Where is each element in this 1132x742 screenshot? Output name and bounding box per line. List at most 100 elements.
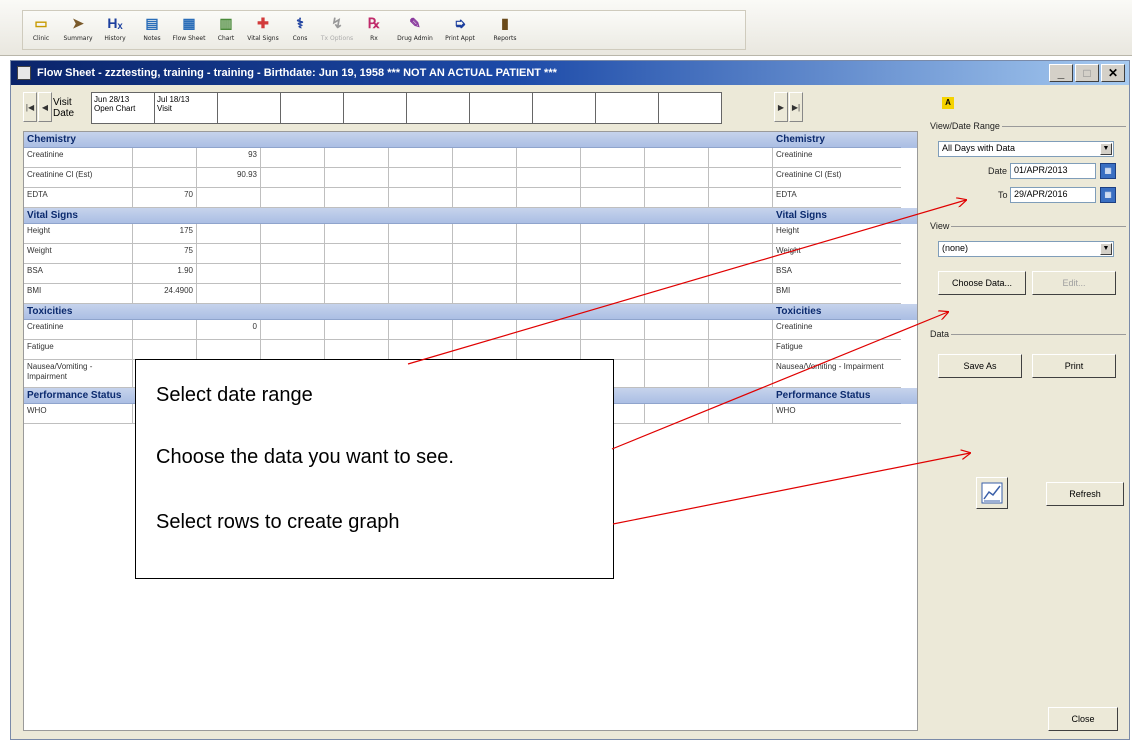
table-row[interactable]: BMI 24.4900 BMI [24, 284, 917, 304]
table-cell[interactable] [581, 264, 645, 284]
table-cell[interactable] [325, 244, 389, 264]
table-cell[interactable] [581, 168, 645, 188]
table-row[interactable]: Height 175 Height [24, 224, 917, 244]
table-cell[interactable] [709, 284, 773, 304]
refresh-button[interactable]: Refresh [1046, 482, 1124, 506]
table-cell[interactable] [197, 284, 261, 304]
table-cell[interactable] [453, 168, 517, 188]
table-cell[interactable] [709, 340, 773, 360]
table-cell[interactable] [645, 244, 709, 264]
table-cell[interactable] [197, 244, 261, 264]
table-row[interactable]: Creatinine 0 Creatinine [24, 320, 917, 340]
table-row[interactable]: EDTA 70 EDTA [24, 188, 917, 208]
table-cell[interactable] [389, 340, 453, 360]
toolbar-vital-signs-button[interactable]: ✚ Vital Signs [245, 11, 281, 49]
table-cell[interactable] [645, 360, 709, 388]
table-cell[interactable] [709, 224, 773, 244]
table-row[interactable]: Fatigue Fatigue [24, 340, 917, 360]
table-cell[interactable] [645, 168, 709, 188]
table-cell[interactable]: 93 [197, 148, 261, 168]
toolbar-history-button[interactable]: Hₓ History [97, 11, 133, 49]
table-cell[interactable] [453, 284, 517, 304]
view-select[interactable]: (none) ▼ [938, 241, 1114, 257]
table-cell[interactable] [581, 148, 645, 168]
toolbar-flow-sheet-button[interactable]: ▦ Flow Sheet [171, 11, 207, 49]
table-row[interactable]: BSA 1.90 BSA [24, 264, 917, 284]
table-cell[interactable] [325, 340, 389, 360]
table-cell[interactable]: 70 [133, 188, 197, 208]
table-cell[interactable] [389, 224, 453, 244]
table-cell[interactable] [389, 320, 453, 340]
toolbar-print-appt-button[interactable]: ➭ Print Appt [438, 11, 482, 49]
table-cell[interactable] [517, 284, 581, 304]
table-cell[interactable] [517, 340, 581, 360]
first-visit-button[interactable]: |◀ [23, 92, 37, 122]
table-cell[interactable] [197, 188, 261, 208]
calendar-icon[interactable]: ▦ [1100, 163, 1116, 179]
toolbar-tx-options-button[interactable]: ↯ Tx Options [319, 11, 355, 49]
table-cell[interactable] [325, 320, 389, 340]
table-cell[interactable] [133, 148, 197, 168]
close-button[interactable]: Close [1048, 707, 1118, 731]
table-cell[interactable] [325, 188, 389, 208]
calendar-icon[interactable]: ▦ [1100, 187, 1116, 203]
table-cell[interactable] [453, 264, 517, 284]
table-cell[interactable] [581, 320, 645, 340]
table-cell[interactable] [517, 188, 581, 208]
table-cell[interactable] [517, 244, 581, 264]
section-header-row[interactable]: Vital Signs Vital Signs [24, 208, 917, 224]
alert-icon[interactable]: A [942, 97, 954, 109]
table-cell[interactable] [261, 244, 325, 264]
table-cell[interactable] [261, 148, 325, 168]
toolbar-notes-button[interactable]: ▤ Notes [134, 11, 170, 49]
table-cell[interactable] [453, 340, 517, 360]
visit-date-cell[interactable] [217, 92, 281, 124]
table-cell[interactable] [197, 264, 261, 284]
table-cell[interactable] [261, 224, 325, 244]
table-cell[interactable]: 24.4900 [133, 284, 197, 304]
table-cell[interactable] [389, 148, 453, 168]
table-cell[interactable]: 1.90 [133, 264, 197, 284]
table-cell[interactable] [709, 244, 773, 264]
edit-button[interactable]: Edit... [1032, 271, 1116, 295]
table-cell[interactable] [325, 224, 389, 244]
previous-visit-button[interactable]: ◀ [38, 92, 52, 122]
print-button[interactable]: Print [1032, 354, 1116, 378]
table-cell[interactable] [709, 404, 773, 424]
table-cell[interactable] [709, 360, 773, 388]
table-cell[interactable] [325, 264, 389, 284]
visit-date-cell[interactable] [595, 92, 659, 124]
date-to-input[interactable]: 29/APR/2016 [1010, 187, 1096, 203]
table-cell[interactable] [325, 284, 389, 304]
table-cell[interactable] [261, 284, 325, 304]
table-cell[interactable] [517, 224, 581, 244]
table-cell[interactable] [261, 340, 325, 360]
table-cell[interactable] [709, 168, 773, 188]
table-cell[interactable] [197, 224, 261, 244]
table-cell[interactable] [261, 264, 325, 284]
table-row[interactable]: Weight 75 Weight [24, 244, 917, 264]
table-cell[interactable] [517, 264, 581, 284]
table-cell[interactable] [645, 404, 709, 424]
table-cell[interactable] [645, 340, 709, 360]
table-cell[interactable]: 0 [197, 320, 261, 340]
table-cell[interactable] [709, 320, 773, 340]
chevron-down-icon[interactable]: ▼ [1100, 243, 1112, 255]
next-visit-button[interactable]: ▶ [774, 92, 788, 122]
table-row[interactable]: Creatinine Cl (Est) 90.93 Creatinine Cl (E… [24, 168, 917, 188]
table-cell[interactable]: 90.93 [197, 168, 261, 188]
toolbar-rx-button[interactable]: ℞ Rx [356, 11, 392, 49]
table-cell[interactable] [581, 224, 645, 244]
table-cell[interactable] [709, 264, 773, 284]
toolbar-reports-button[interactable]: ▮ Reports [483, 11, 527, 49]
table-cell[interactable] [453, 224, 517, 244]
toolbar-consult-button[interactable]: ⚕ Cons [282, 11, 318, 49]
table-cell[interactable] [517, 320, 581, 340]
table-cell[interactable] [389, 244, 453, 264]
choose-data-button[interactable]: Choose Data... [938, 271, 1026, 295]
visit-date-cell[interactable] [343, 92, 407, 124]
table-cell[interactable] [709, 148, 773, 168]
table-cell[interactable] [645, 284, 709, 304]
table-cell[interactable] [581, 284, 645, 304]
table-cell[interactable] [389, 264, 453, 284]
